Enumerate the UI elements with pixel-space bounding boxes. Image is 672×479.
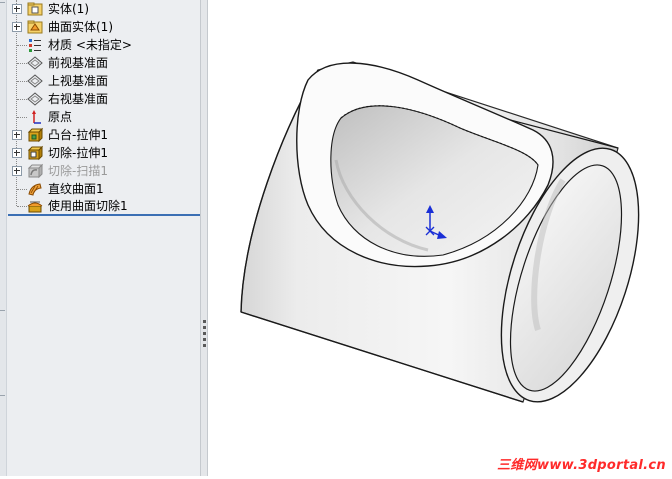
rollback-bar[interactable] — [8, 214, 200, 216]
splitter-grip — [203, 326, 206, 329]
tree-branch-line — [17, 99, 27, 100]
expand-toggle-icon[interactable] — [12, 22, 22, 32]
plane-icon — [27, 91, 43, 107]
material-icon — [27, 37, 43, 53]
feature-manager-tree: 实体(1) 曲面实体(1) 材质 <未指定> 前视基准面 上视基准面 右视基准面… — [0, 0, 200, 476]
tree-branch-line — [17, 81, 27, 82]
boss-extrude-icon — [27, 127, 44, 143]
tree-item-solid-bodies[interactable]: 实体(1) — [10, 0, 198, 18]
cut-extrude-icon — [27, 145, 44, 161]
model-canvas[interactable] — [208, 0, 672, 476]
splitter-grip — [203, 320, 206, 323]
tree-item-label: 切除-扫描1 — [48, 164, 108, 178]
tree-item-cut-sweep[interactable]: 切除-扫描1 — [10, 162, 198, 180]
tree-item-label: 曲面实体(1) — [48, 20, 113, 34]
tree-item-label: 前视基准面 — [48, 56, 109, 70]
tree-item-cut-extrude[interactable]: 切除-拉伸1 — [10, 144, 198, 162]
tree-branch-line — [17, 45, 27, 46]
tree-item-top-plane[interactable]: 上视基准面 — [10, 72, 198, 90]
panel-splitter[interactable] — [200, 0, 208, 476]
tree-item-boss-extrude[interactable]: 凸台-拉伸1 — [10, 126, 198, 144]
graphics-viewport[interactable] — [208, 0, 672, 476]
tree-item-label: 原点 — [48, 110, 73, 124]
tree-item-surface-bodies[interactable]: 曲面实体(1) — [10, 18, 198, 36]
expand-toggle-icon[interactable] — [12, 166, 22, 176]
tree-branch-line — [17, 117, 27, 118]
tree-item-label: 切除-拉伸1 — [48, 146, 108, 160]
tree-branch-line — [17, 63, 27, 64]
tree-item-label: 使用曲面切除1 — [48, 199, 128, 213]
tree-item-right-plane[interactable]: 右视基准面 — [10, 90, 198, 108]
origin-icon — [27, 109, 43, 125]
tree-left-gutter — [0, 0, 7, 476]
tree-item-label: 右视基准面 — [48, 92, 109, 106]
tree-item-label: 直纹曲面1 — [48, 182, 104, 196]
splitter-grip — [203, 332, 206, 335]
tree-item-label: 材质 <未指定> — [48, 38, 132, 52]
tree-item-surface-cut[interactable]: 使用曲面切除1 — [10, 197, 198, 215]
plane-icon — [27, 73, 43, 89]
expand-toggle-icon[interactable] — [12, 130, 22, 140]
site-watermark: 三维网www.3dportal.cn — [497, 458, 666, 473]
surface-cut-icon — [27, 198, 43, 214]
tree-item-material[interactable]: 材质 <未指定> — [10, 36, 198, 54]
splitter-grip — [203, 338, 206, 341]
ruled-surface-icon — [27, 181, 43, 197]
tree-item-label: 上视基准面 — [48, 74, 109, 88]
cut-sweep-icon — [27, 163, 44, 179]
tree-item-ruled-surface[interactable]: 直纹曲面1 — [10, 180, 198, 198]
tree-branch-line — [17, 206, 27, 207]
expand-toggle-icon[interactable] — [12, 4, 22, 14]
tree-branch-line — [17, 189, 27, 190]
tree-item-label: 实体(1) — [48, 2, 89, 16]
tree-item-front-plane[interactable]: 前视基准面 — [10, 54, 198, 72]
tree-item-origin[interactable]: 原点 — [10, 108, 198, 126]
splitter-grip — [203, 344, 206, 347]
plane-icon — [27, 55, 43, 71]
surface-body-folder-icon — [27, 19, 43, 35]
expand-toggle-icon[interactable] — [12, 148, 22, 158]
tree-item-label: 凸台-拉伸1 — [48, 128, 108, 142]
solid-body-folder-icon — [27, 1, 43, 17]
